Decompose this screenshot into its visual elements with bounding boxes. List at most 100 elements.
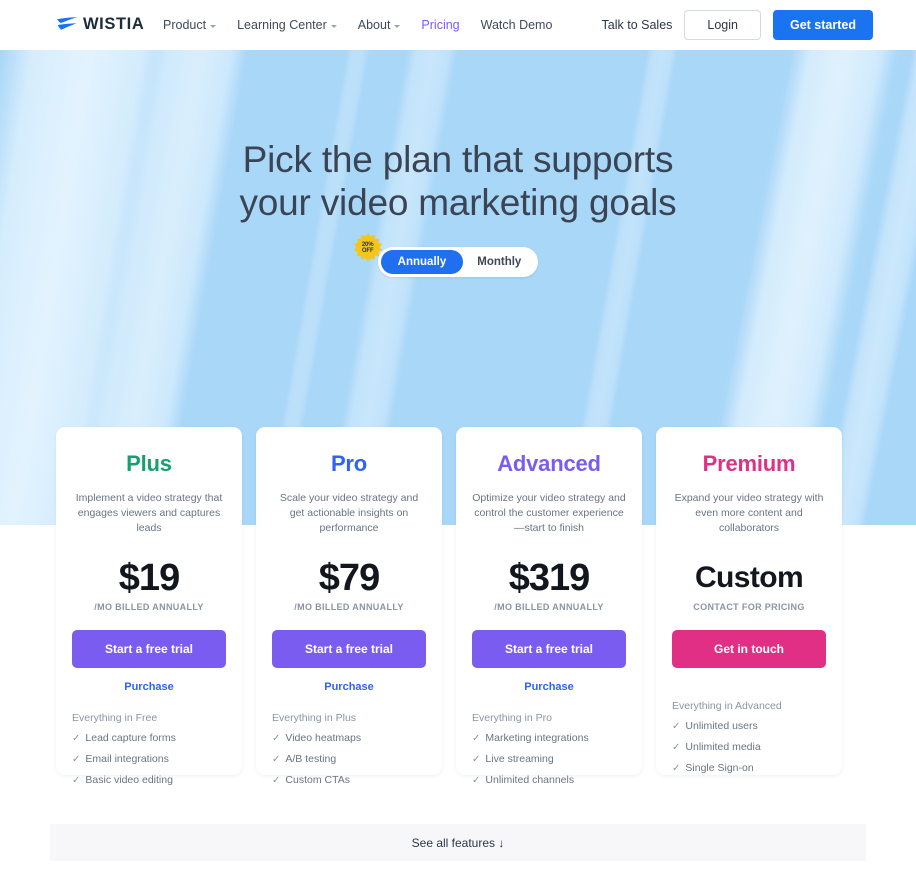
nav-item-pricing[interactable]: Pricing bbox=[421, 18, 459, 32]
plan-billing-term: CONTACT FOR PRICING bbox=[693, 602, 805, 612]
feature-label: Basic video editing bbox=[85, 774, 173, 786]
feature-label: Marketing integrations bbox=[485, 732, 589, 744]
feature-list-header: Everything in Pro bbox=[472, 712, 552, 724]
nav-item-label: About bbox=[357, 18, 391, 32]
feature-list: Everything in Pro ✓ Marketing integration… bbox=[472, 712, 626, 795]
feature-label: Unlimited media bbox=[685, 741, 761, 753]
feature-list: Everything in Plus ✓ Video heatmaps ✓ A/B … bbox=[272, 712, 426, 795]
discount-badge-text: 20% OFF bbox=[362, 242, 374, 255]
feature-label: Unlimited channels bbox=[485, 774, 575, 786]
feature-label: Unlimited users bbox=[685, 720, 758, 732]
pricing-cards: Plus Implement a video strategy that eng… bbox=[56, 427, 860, 786]
nav-item-label: Product bbox=[163, 18, 207, 32]
feature-label: Custom CTAs bbox=[285, 774, 350, 786]
check-icon: ✓ bbox=[472, 775, 481, 786]
plan-description: Scale your video strategy and get action… bbox=[279, 492, 419, 534]
billing-toggle-annually[interactable]: Annually bbox=[380, 250, 464, 274]
check-icon: ✓ bbox=[672, 763, 681, 774]
check-icon: ✓ bbox=[72, 754, 81, 765]
plan-billing-term: /MO BILLED ANNUALLY bbox=[294, 602, 404, 612]
nav-item-learning-center[interactable]: Learning Center bbox=[237, 18, 337, 32]
feature-item: ✓ Single Sign-on bbox=[672, 762, 826, 775]
plan-billing-term: /MO BILLED ANNUALLY bbox=[94, 602, 204, 612]
nav-actions: Talk to Sales Login Get started bbox=[602, 0, 873, 50]
get-started-button[interactable]: Get started bbox=[773, 10, 873, 40]
plan-name: Plus bbox=[126, 451, 172, 476]
check-icon: ✓ bbox=[472, 754, 481, 765]
nav-links: Product Learning Center About Pricing Wa… bbox=[163, 0, 552, 50]
plan-name: Pro bbox=[330, 451, 368, 476]
purchase-link[interactable]: Purchase bbox=[72, 681, 226, 693]
feature-list: Everything in Advanced ✓ Unlimited users … bbox=[672, 700, 826, 783]
nav-item-label: Learning Center bbox=[237, 18, 327, 32]
plan-price: $319 bbox=[508, 557, 591, 599]
start-free-trial-button[interactable]: Start a free trial bbox=[272, 630, 426, 668]
discount-off-label: OFF bbox=[361, 248, 374, 254]
feature-item: ✓ Marketing integrations bbox=[472, 732, 626, 745]
plan-description: Expand your video strategy with even mor… bbox=[674, 492, 824, 534]
wistia-logo-text: WISTIA bbox=[83, 15, 145, 33]
feature-label: Video heatmaps bbox=[285, 732, 362, 744]
check-icon: ✓ bbox=[72, 775, 81, 786]
top-navigation-bar: WISTIA Product Learning Center About Pri… bbox=[0, 0, 916, 50]
check-icon: ✓ bbox=[672, 742, 681, 753]
feature-label: Live streaming bbox=[485, 753, 554, 765]
see-all-features-label: See all features ↓ bbox=[411, 835, 505, 850]
feature-item: ✓ Custom CTAs bbox=[272, 774, 426, 787]
plan-price: $19 bbox=[118, 557, 180, 599]
check-icon: ✓ bbox=[272, 775, 281, 786]
plan-description: Optimize your video strategy and control… bbox=[472, 492, 626, 534]
nav-item-about[interactable]: About bbox=[358, 18, 401, 32]
feature-item: ✓ Unlimited users bbox=[672, 720, 826, 733]
wistia-logo[interactable]: WISTIA bbox=[56, 15, 144, 34]
plan-name: Premium bbox=[702, 451, 796, 476]
check-icon: ✓ bbox=[472, 733, 481, 744]
nav-item-watch-demo[interactable]: Watch Demo bbox=[481, 18, 553, 32]
check-icon: ✓ bbox=[272, 754, 281, 765]
chevron-down-icon bbox=[394, 24, 401, 28]
wistia-swoosh-icon bbox=[57, 17, 77, 30]
feature-item: ✓ Video heatmaps bbox=[272, 732, 426, 745]
purchase-link[interactable]: Purchase bbox=[472, 681, 626, 693]
chevron-down-icon bbox=[330, 24, 337, 28]
billing-toggle-zone: 20% OFF Annually Monthly bbox=[0, 233, 916, 277]
billing-toggle-holder: 20% OFF Annually Monthly bbox=[353, 233, 539, 277]
billing-toggle-monthly[interactable]: Monthly bbox=[463, 250, 535, 274]
nav-item-label: Watch Demo bbox=[480, 18, 553, 32]
start-free-trial-button[interactable]: Start a free trial bbox=[472, 630, 626, 668]
purchase-link[interactable]: Purchase bbox=[272, 681, 426, 693]
feature-item: ✓ Email integrations bbox=[72, 753, 226, 766]
feature-item: ✓ Lead capture forms bbox=[72, 732, 226, 745]
talk-to-sales-link[interactable]: Talk to Sales bbox=[602, 18, 673, 32]
start-free-trial-button[interactable]: Start a free trial bbox=[72, 630, 226, 668]
pricing-card-advanced: Advanced Optimize your video strategy an… bbox=[456, 427, 642, 786]
pricing-page: WISTIA Product Learning Center About Pri… bbox=[0, 0, 916, 892]
check-icon: ✓ bbox=[272, 733, 281, 744]
plan-price: $79 bbox=[318, 557, 380, 599]
plan-name: Advanced bbox=[497, 451, 601, 476]
feature-item: ✓ Unlimited channels bbox=[472, 774, 626, 787]
feature-item: ✓ Live streaming bbox=[472, 753, 626, 766]
nav-item-label: Pricing bbox=[421, 18, 460, 32]
get-in-touch-button[interactable]: Get in touch bbox=[672, 630, 826, 668]
nav-item-product[interactable]: Product bbox=[163, 18, 217, 32]
see-all-features-bar[interactable]: See all features ↓ bbox=[50, 824, 866, 861]
plan-price: Custom bbox=[694, 561, 804, 594]
feature-label: Lead capture forms bbox=[85, 732, 176, 744]
chevron-down-icon bbox=[210, 24, 217, 28]
feature-item: ✓ Basic video editing bbox=[72, 774, 226, 787]
feature-list-header: Everything in Advanced bbox=[672, 700, 782, 712]
billing-toggle: Annually Monthly bbox=[377, 247, 539, 277]
discount-badge: 20% OFF bbox=[352, 232, 384, 264]
page-title: Pick the plan that supports your video m… bbox=[0, 138, 916, 224]
plan-description: Implement a video strategy that engages … bbox=[75, 492, 223, 534]
feature-label: Single Sign-on bbox=[685, 762, 754, 774]
page-title-line-2: your video marketing goals bbox=[239, 182, 677, 223]
feature-item: ✓ Unlimited media bbox=[672, 741, 826, 754]
feature-list-header: Everything in Plus bbox=[272, 712, 357, 724]
login-button[interactable]: Login bbox=[684, 10, 761, 40]
feature-label: A/B testing bbox=[285, 753, 337, 765]
check-icon: ✓ bbox=[672, 721, 681, 732]
pricing-card-premium: Premium Expand your video strategy with … bbox=[656, 427, 842, 775]
pricing-card-pro: Pro Scale your video strategy and get ac… bbox=[256, 427, 442, 786]
